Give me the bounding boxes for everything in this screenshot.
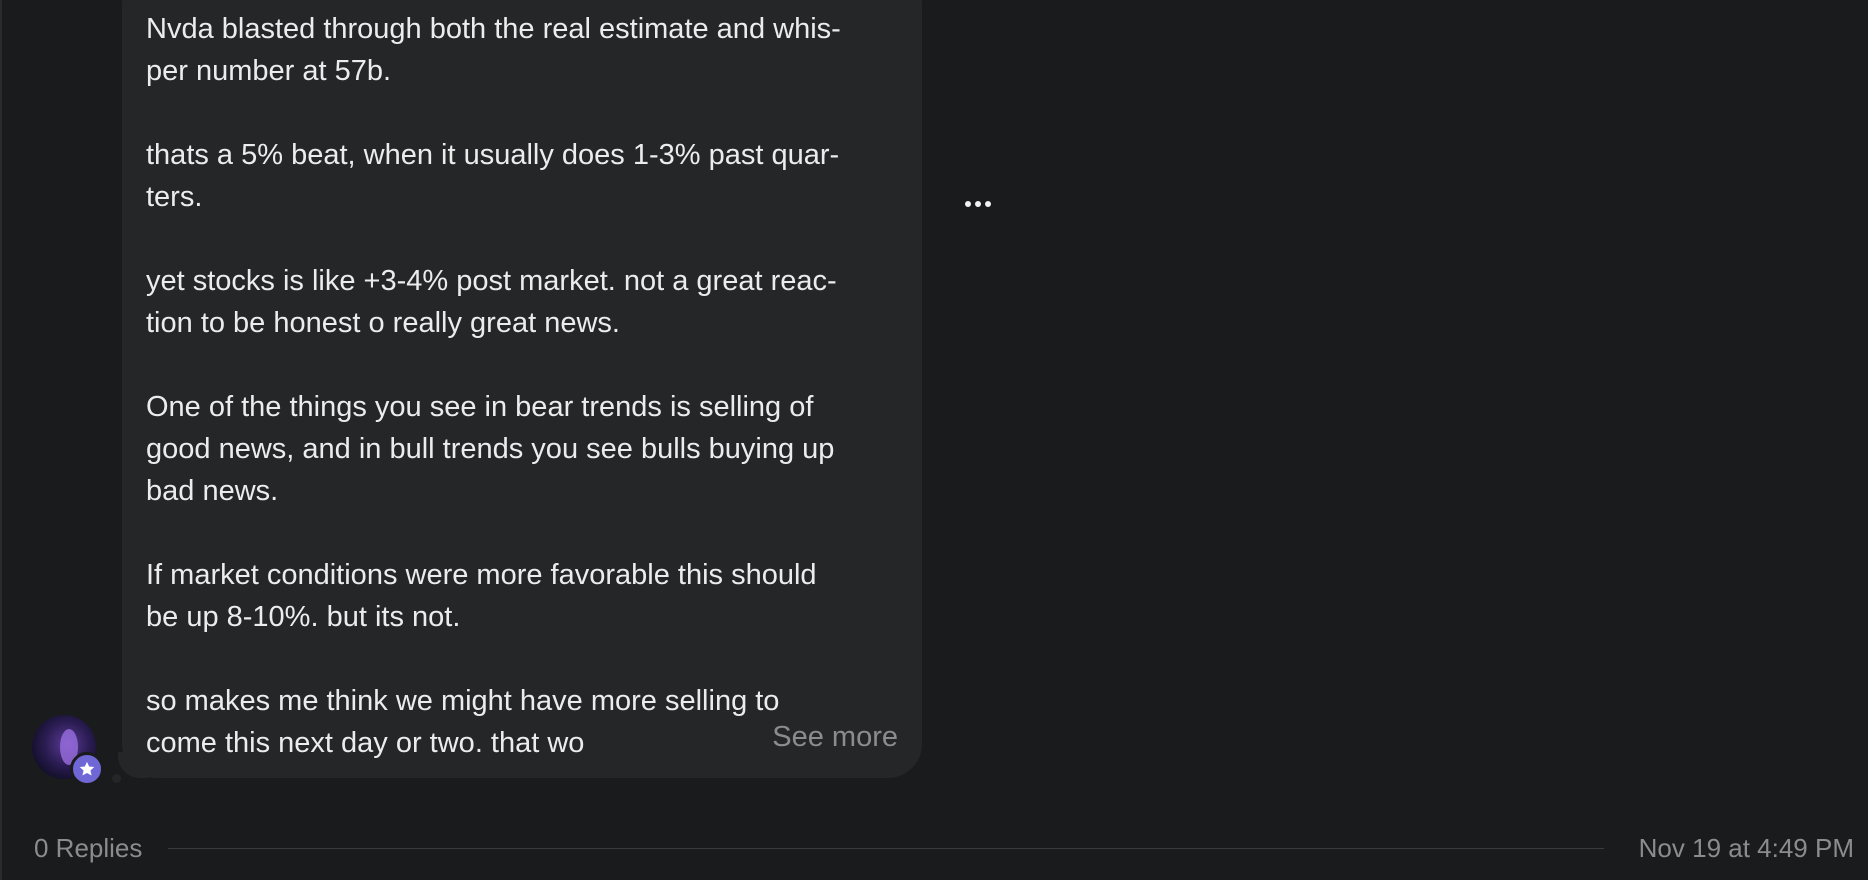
star-icon xyxy=(79,761,95,776)
paragraph-text-4: One of the things you see in bear trends… xyxy=(146,391,835,507)
ellipsis-icon-dot-2 xyxy=(975,201,981,207)
message-paragraph-4: One of the things you see in bear trends… xyxy=(146,386,906,512)
message-paragraph-5: If market conditions were more favorable… xyxy=(146,554,906,638)
more-options-button[interactable] xyxy=(956,186,1000,222)
bubble-tail xyxy=(118,752,148,778)
paragraph-text-3: yet stocks is like +3-4% post market. no… xyxy=(146,265,837,339)
message-paragraph-1: Nvda blasted through both the real estim… xyxy=(146,8,906,92)
paragraph-text-1: Nvda blasted through both the real estim… xyxy=(146,13,841,87)
footer-divider xyxy=(168,848,1604,849)
left-border xyxy=(0,0,2,880)
message-timestamp: Nov 19 at 4:49 PM xyxy=(1638,833,1854,863)
ellipsis-icon xyxy=(965,201,971,207)
ellipsis-icon-dot-3 xyxy=(985,201,991,207)
message-paragraph-3: yet stocks is like +3-4% post market. no… xyxy=(146,260,906,344)
paragraph-text-2: thats a 5% beat, when it usually does 1-… xyxy=(146,139,840,213)
see-more-link[interactable]: See more xyxy=(772,716,898,758)
star-badge xyxy=(70,752,104,786)
message-bubble[interactable]: Nvda blasted through both the real estim… xyxy=(122,0,922,778)
author-avatar-group[interactable] xyxy=(32,715,104,786)
message-footer: 0 Replies Nov 19 at 4:49 PM xyxy=(0,828,1868,868)
replies-count[interactable]: 0 Replies xyxy=(34,828,142,868)
bubble-tail-dot xyxy=(112,774,121,783)
message-paragraph-2: thats a 5% beat, when it usually does 1-… xyxy=(146,134,906,218)
paragraph-text-6: so makes me think we might have more sel… xyxy=(146,685,780,759)
message-thread-page: Nvda blasted through both the real estim… xyxy=(0,0,1868,880)
message-body: Nvda blasted through both the real estim… xyxy=(146,8,906,764)
paragraph-text-5: If market conditions were more favorable… xyxy=(146,559,817,633)
